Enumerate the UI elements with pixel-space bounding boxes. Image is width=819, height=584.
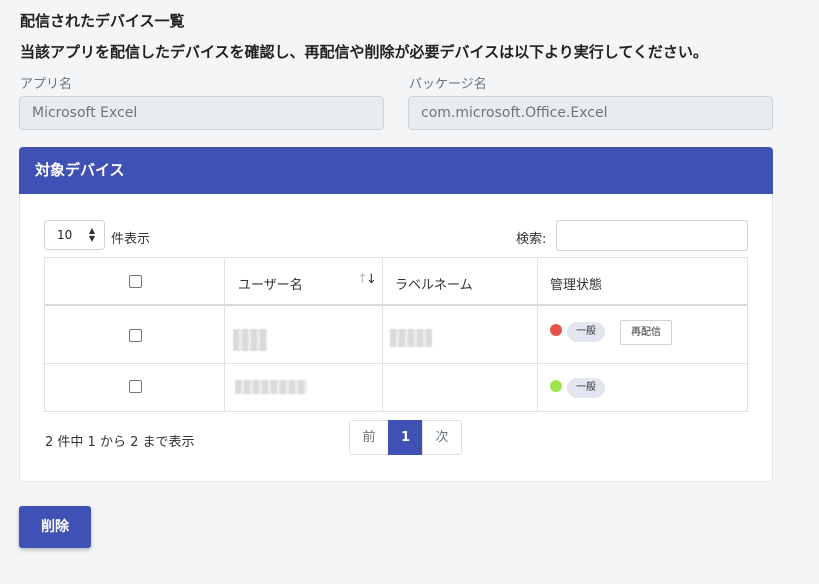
- app-name-field: Microsoft Excel: [19, 96, 384, 130]
- select-arrows-icon: ▲ ▼: [88, 226, 95, 243]
- redeliver-button[interactable]: 再配信: [620, 320, 672, 345]
- package-name-field: com.microsoft.Office.Excel: [408, 96, 773, 130]
- sort-arrows-icon[interactable]: ↑↓: [357, 272, 377, 287]
- column-divider: [382, 258, 383, 411]
- header-divider: [45, 304, 747, 306]
- card-header: 対象デバイス: [19, 147, 773, 194]
- status-badge: 一般: [567, 378, 605, 398]
- table-info: 2 件中 1 から 2 まで表示: [45, 435, 195, 450]
- column-header-username[interactable]: ユーザー名: [238, 274, 303, 293]
- delete-button[interactable]: 削除: [19, 506, 91, 548]
- page-length-select[interactable]: 10 ▲ ▼: [44, 220, 105, 250]
- package-name-label: パッケージ名: [409, 77, 487, 92]
- column-divider: [537, 258, 538, 411]
- page-length-value: 10: [57, 228, 73, 242]
- page-1-button[interactable]: 1: [388, 420, 423, 455]
- redacted-username: [235, 380, 307, 394]
- status-dot-green: [550, 380, 562, 392]
- app-name-label: アプリ名: [20, 77, 73, 92]
- page-title: 配信されたデバイス一覧: [20, 12, 185, 30]
- status-badge: 一般: [567, 322, 605, 342]
- page-description: 当該アプリを配信したデバイスを確認し、再配信や削除が必要デバイスは以下より実行し…: [20, 43, 708, 61]
- search-input[interactable]: [556, 220, 748, 251]
- prev-page-button[interactable]: 前: [349, 420, 389, 455]
- card-title: 対象デバイス: [35, 161, 125, 179]
- search-label: 検索:: [516, 232, 547, 247]
- redacted-username: [233, 329, 267, 351]
- column-divider: [224, 258, 225, 411]
- column-header-label-name[interactable]: ラベルネーム: [395, 274, 473, 293]
- column-header-status[interactable]: 管理状態: [550, 274, 602, 293]
- next-page-button[interactable]: 次: [422, 420, 462, 455]
- status-dot-red: [550, 324, 562, 336]
- page-length-label: 件表示: [111, 232, 151, 247]
- device-table: ユーザー名 ↑↓ ラベルネーム 管理状態 一般 再配信 一般: [44, 257, 748, 412]
- pagination: 前 1 次: [349, 420, 462, 455]
- redacted-label-name: [390, 329, 432, 347]
- row-divider: [45, 363, 747, 364]
- row-checkbox[interactable]: [129, 329, 142, 342]
- row-checkbox[interactable]: [129, 380, 142, 393]
- select-all-checkbox[interactable]: [129, 275, 142, 288]
